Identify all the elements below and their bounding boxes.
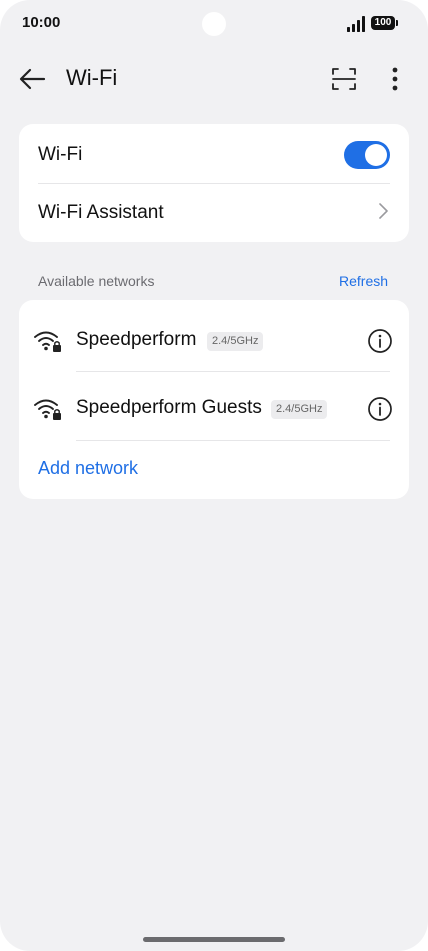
toggle-knob (365, 144, 387, 166)
add-network-button[interactable]: Add network (38, 458, 138, 479)
info-icon[interactable] (367, 396, 393, 422)
wifi-assistant-row[interactable]: Wi-Fi Assistant (19, 184, 409, 242)
section-title: Available networks (38, 273, 155, 289)
wifi-lock-icon (34, 399, 61, 420)
band-badge: 2.4/5GHz (207, 332, 264, 351)
wifi-assistant-label: Wi-Fi Assistant (38, 202, 164, 223)
network-item-speedperform[interactable]: Speedperform 2.4/5GHz (19, 304, 409, 372)
app-header: Wi-Fi (0, 56, 428, 100)
wifi-lock-icon (34, 331, 61, 352)
battery-level: 100 (371, 16, 395, 30)
more-vertical-icon (392, 67, 398, 91)
chevron-right-icon (379, 203, 388, 219)
status-time: 10:00 (22, 14, 61, 31)
band-badge: 2.4/5GHz (271, 400, 328, 419)
more-options-button[interactable] (382, 65, 408, 93)
divider (76, 440, 390, 441)
scan-button[interactable] (330, 65, 358, 93)
home-indicator[interactable] (143, 937, 285, 942)
network-name: Speedperform Guests (76, 397, 262, 418)
arrow-left-icon (19, 68, 46, 90)
wifi-toggle-row[interactable]: Wi-Fi (19, 124, 409, 184)
info-icon[interactable] (367, 328, 393, 354)
wifi-toggle-switch[interactable] (344, 141, 390, 169)
networks-card: Speedperform 2.4/5GHz Speedperform Guest… (19, 300, 409, 499)
signal-icon (347, 16, 365, 32)
network-name: Speedperform (76, 329, 197, 350)
back-button[interactable] (16, 62, 50, 96)
battery-tip (396, 20, 398, 26)
page-title: Wi-Fi (66, 65, 118, 90)
refresh-button[interactable]: Refresh (339, 273, 388, 289)
battery-icon: 100 (371, 15, 398, 31)
status-bar: 10:00 100 (0, 0, 428, 46)
phone-screen: 10:00 100 Wi-Fi Wi-Fi Wi-Fi Assistant Av… (0, 0, 428, 951)
wifi-label: Wi-Fi (38, 144, 83, 165)
wifi-settings-card: Wi-Fi Wi-Fi Assistant (19, 124, 409, 242)
camera-cutout (202, 12, 226, 36)
available-networks-header: Available networks Refresh (0, 270, 428, 294)
scan-qr-icon (332, 68, 356, 90)
network-item-speedperform-guests[interactable]: Speedperform Guests 2.4/5GHz (19, 372, 409, 440)
